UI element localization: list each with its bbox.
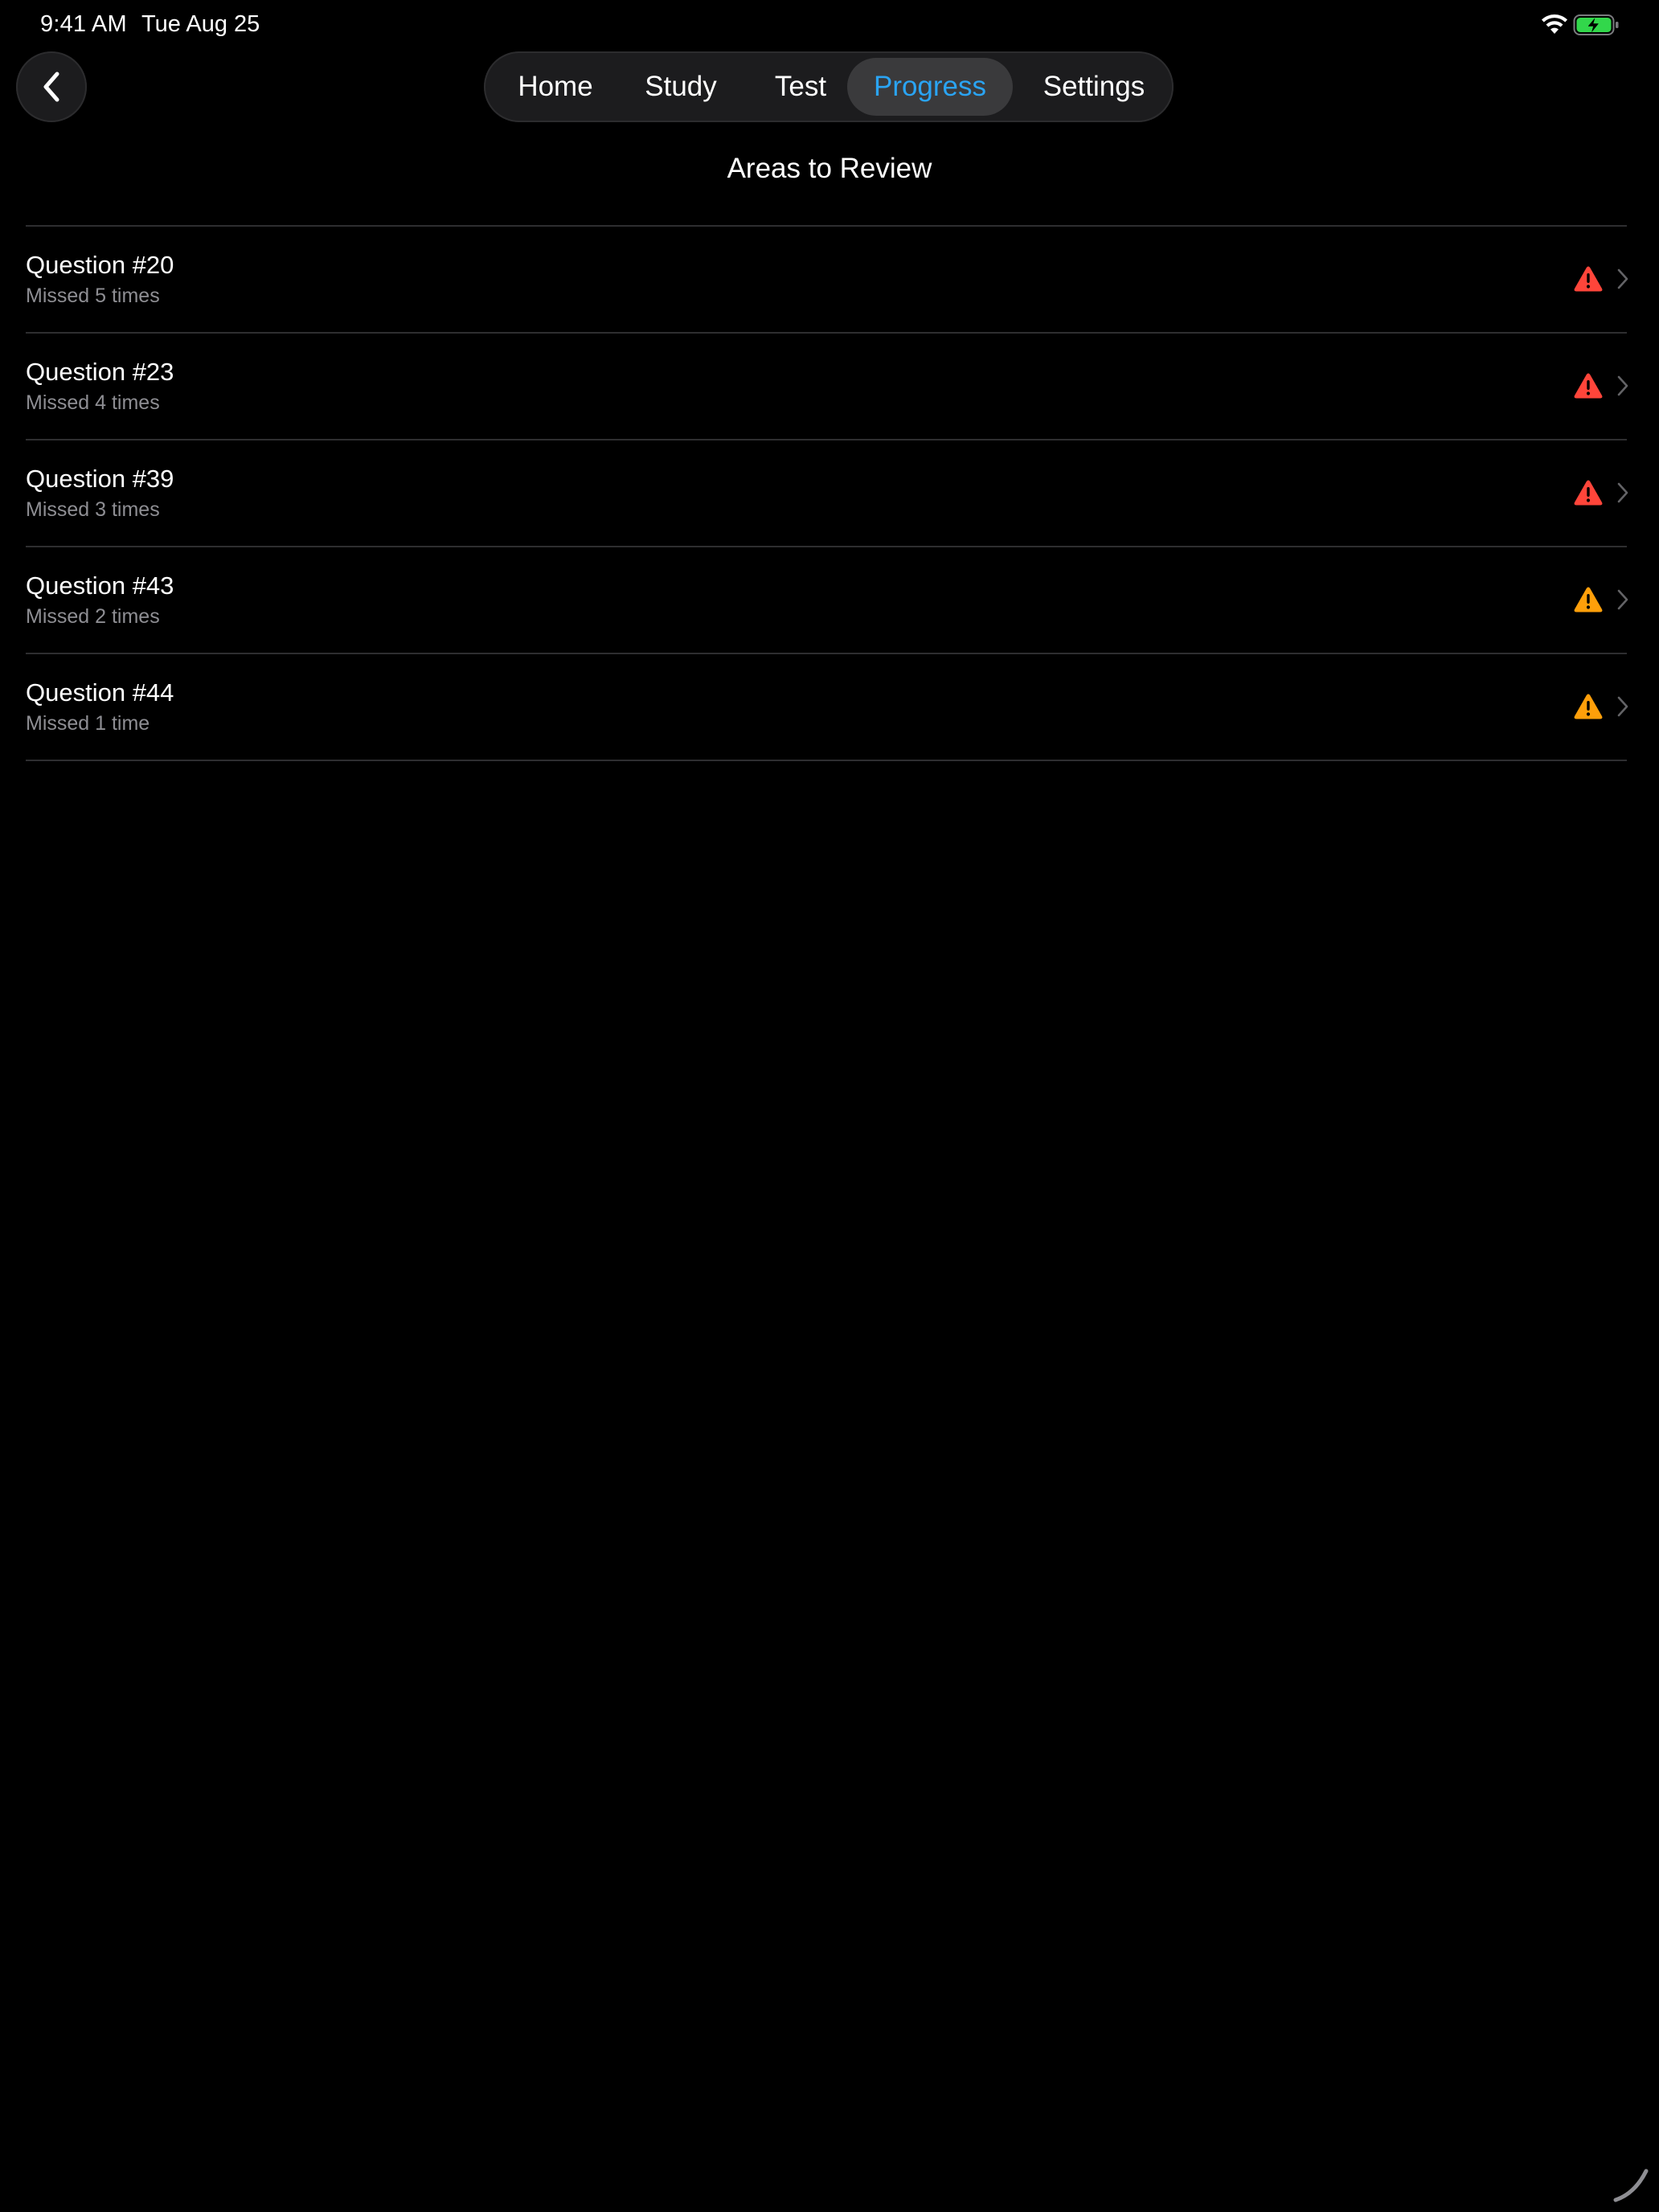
status-bar: 9:41 AM Tue Aug 25 [0,0,1659,51]
review-item-question-23[interactable]: Question #23 Missed 4 times [26,334,1628,439]
warning-icon [1574,587,1603,612]
review-item-subtitle: Missed 3 times [26,498,160,521]
warning-icon [1574,480,1603,506]
review-item-title: Question #43 [26,571,174,600]
review-item-title: Question #20 [26,251,174,279]
status-date: Tue Aug 25 [141,11,260,37]
tab-study[interactable]: Study [622,58,739,116]
page-title: Areas to Review [727,153,932,184]
chevron-left-icon [43,72,59,102]
status-time: 9:41 AM [40,11,127,37]
tab-test[interactable]: Test [751,58,850,116]
chevron-right-icon [1617,696,1628,717]
chevron-right-icon [1617,268,1628,289]
chevron-right-icon [1617,589,1628,610]
review-item-question-44[interactable]: Question #44 Missed 1 time [26,654,1628,760]
warning-icon [1574,266,1603,292]
review-item-title: Question #44 [26,678,174,707]
chevron-right-icon [1617,375,1628,396]
window-resize-indicator[interactable] [1611,2165,1651,2205]
back-button[interactable] [16,51,87,122]
review-item-subtitle: Missed 2 times [26,605,160,628]
chevron-right-icon [1617,482,1628,503]
review-item-subtitle: Missed 5 times [26,285,160,307]
wifi-icon [1542,14,1567,34]
review-item-question-20[interactable]: Question #20 Missed 5 times [26,227,1628,332]
warning-icon [1574,694,1603,719]
review-item-subtitle: Missed 1 time [26,712,150,735]
review-item-question-39[interactable]: Question #39 Missed 3 times [26,440,1628,546]
tab-home[interactable]: Home [500,58,611,116]
divider [26,760,1627,761]
warning-icon [1574,373,1603,399]
review-list: Question #20 Missed 5 times Question #23… [26,225,1628,761]
review-item-title: Question #23 [26,358,174,386]
tab-settings[interactable]: Settings [1024,58,1164,116]
review-item-title: Question #39 [26,465,174,493]
nav-segmented-control: Home Study Test Progress Settings [484,51,1174,122]
battery-charging-icon [1573,14,1619,35]
review-item-subtitle: Missed 4 times [26,391,160,414]
review-item-question-43[interactable]: Question #43 Missed 2 times [26,547,1628,653]
tab-progress[interactable]: Progress [847,58,1013,116]
